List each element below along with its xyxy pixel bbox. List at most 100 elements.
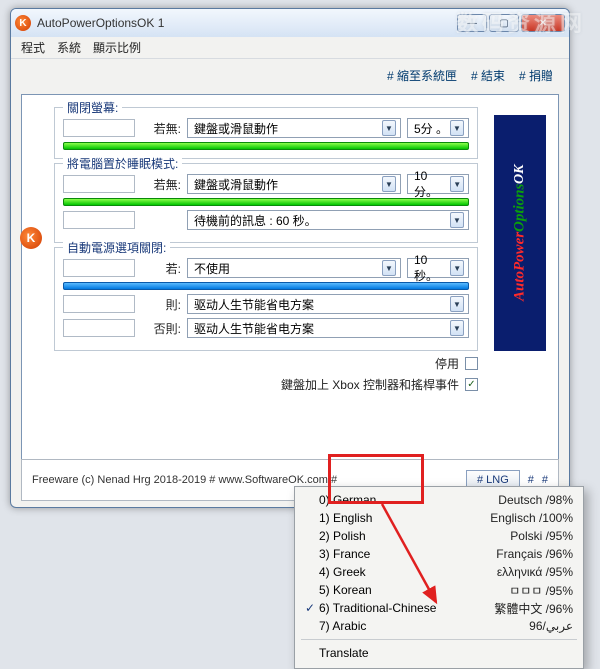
g3-progress (63, 282, 469, 290)
minimize-button[interactable]: — (457, 14, 487, 32)
g2-progress (63, 198, 469, 206)
lang-native: ελληνικά /95% (497, 565, 573, 579)
g2-time-value: 10分。 (414, 169, 450, 200)
language-item[interactable]: 7) Arabicعربي/96 (295, 617, 583, 635)
g3-if-label: 若: (141, 260, 181, 277)
g3-time-select[interactable]: 10秒。 ▼ (407, 258, 469, 278)
g3-leading-box-3[interactable] (63, 319, 135, 337)
lang-name: 0) German (319, 493, 498, 507)
maximize-button[interactable]: ▢ (489, 14, 519, 32)
lang-name: 7) Arabic (319, 619, 529, 633)
language-item[interactable]: 5) Koreanㅁㅁㅁ /95% (295, 581, 583, 599)
g3-then-label: 則: (141, 296, 181, 313)
lang-native: Français /96% (496, 547, 573, 561)
language-item[interactable]: ✓6) Traditional-Chinese繁體中文 /96% (295, 599, 583, 617)
lang-native: عربي/96 (529, 619, 573, 633)
footer-hash-1[interactable]: # (528, 474, 534, 486)
g2-time-select[interactable]: 10分。 ▼ (407, 174, 469, 194)
lang-native: 繁體中文 /96% (494, 600, 573, 617)
g3-then-value: 驱动人生节能省电方案 (194, 296, 314, 313)
group2-title: 將電腦置於睡眠模式: (63, 155, 182, 172)
brand-art: AutoPowerOptionsOK (494, 115, 546, 351)
g3-leading-box-2[interactable] (63, 295, 135, 313)
lang-native: Englisch /100% (490, 511, 573, 525)
g3-else-select[interactable]: 驱动人生节能省电方案 ▼ (187, 318, 469, 338)
disable-checkbox[interactable] (465, 357, 478, 370)
app-icon: K (15, 15, 31, 31)
xbox-checkbox[interactable]: ✓ (465, 378, 478, 391)
chevron-down-icon: ▼ (450, 176, 464, 192)
window-title: AutoPowerOptionsOK 1 (37, 16, 457, 30)
g2-condition-select[interactable]: 鍵盤或滑鼠動作 ▼ (187, 174, 401, 194)
lang-native: Polski /95% (510, 529, 573, 543)
g1-time-value: 5分 。 (414, 120, 448, 137)
footer-hash-2[interactable]: # (542, 474, 548, 486)
g1-if-none-label: 若無: (141, 120, 181, 137)
translate-item[interactable]: Translate (295, 644, 583, 662)
main-window: K AutoPowerOptionsOK 1 — ▢ ✕ 程式 系統 顯示比例 … (10, 8, 570, 508)
link-tray[interactable]: # 縮至系統匣 (387, 67, 457, 84)
group3-title: 自動電源選項關閉: (63, 239, 170, 256)
chevron-down-icon: ▼ (382, 176, 396, 192)
brand-word-2: Options (512, 184, 529, 232)
chevron-down-icon: ▼ (450, 296, 464, 312)
group-turn-off-screen: 關閉螢幕: 若無: 鍵盤或滑鼠動作 ▼ 5分 。 ▼ (54, 107, 478, 159)
lang-name: 2) Polish (319, 529, 510, 543)
content-panel: K AutoPowerOptionsOK 關閉螢幕: 若無: 鍵盤或滑鼠動作 ▼… (21, 94, 559, 472)
g3-leading-box[interactable] (63, 259, 135, 277)
brand-word-1: AutoPower (512, 232, 529, 301)
language-item[interactable]: 2) PolishPolski /95% (295, 527, 583, 545)
lang-name: 6) Traditional-Chinese (319, 601, 494, 615)
disable-label: 停用 (435, 355, 459, 372)
language-item[interactable]: 4) Greekελληνικά /95% (295, 563, 583, 581)
lang-name: 5) Korean (319, 583, 509, 597)
g2-if-none-label: 若無: (141, 176, 181, 193)
language-item[interactable]: 3) FranceFrançais /96% (295, 545, 583, 563)
g3-else-value: 驱动人生节能省电方案 (194, 320, 314, 337)
chevron-down-icon: ▼ (382, 120, 396, 136)
chevron-down-icon: ▼ (450, 212, 464, 228)
chevron-down-icon: ▼ (450, 260, 464, 276)
g1-condition-value: 鍵盤或滑鼠動作 (194, 120, 278, 137)
chevron-down-icon: ▼ (450, 120, 464, 136)
g1-leading-box[interactable] (63, 119, 135, 137)
g2-condition-value: 鍵盤或滑鼠動作 (194, 176, 278, 193)
menubar: 程式 系統 顯示比例 (11, 37, 569, 59)
lang-native: ㅁㅁㅁ /95% (509, 582, 573, 599)
link-donate[interactable]: # 捐贈 (519, 67, 553, 84)
lang-name: 1) English (319, 511, 490, 525)
language-item[interactable]: 1) EnglishEnglisch /100% (295, 509, 583, 527)
g1-progress (63, 142, 469, 150)
g1-condition-select[interactable]: 鍵盤或滑鼠動作 ▼ (187, 118, 401, 138)
xbox-label: 鍵盤加上 Xbox 控制器和搖桿事件 (281, 376, 459, 393)
g2-leading-box-2[interactable] (63, 211, 135, 229)
g3-if-select[interactable]: 不使用 ▼ (187, 258, 401, 278)
credit-text: Freeware (c) Nenad Hrg 2018-2019 # www.S… (32, 474, 458, 486)
titlebar: K AutoPowerOptionsOK 1 — ▢ ✕ (11, 9, 569, 37)
menu-display-ratio[interactable]: 顯示比例 (93, 39, 141, 56)
g2-leading-box[interactable] (63, 175, 135, 193)
group1-title: 關閉螢幕: (63, 99, 122, 116)
group-auto-power-options: 自動電源選項關閉: 若: 不使用 ▼ 10秒。 ▼ 則: 驱动人生节能省电方案 (54, 247, 478, 351)
menu-program[interactable]: 程式 (21, 39, 45, 56)
window-controls: — ▢ ✕ (457, 14, 565, 32)
language-item[interactable]: 0) GermanDeutsch /98% (295, 491, 583, 509)
g3-time-value: 10秒。 (414, 253, 450, 284)
g2-standby-value: 待機前的訊息 : 60 秒。 (194, 212, 317, 229)
language-menu: 0) GermanDeutsch /98%1) EnglishEnglisch … (294, 486, 584, 669)
g2-standby-select[interactable]: 待機前的訊息 : 60 秒。 ▼ (187, 210, 469, 230)
bottom-options: 停用 鍵盤加上 Xbox 控制器和搖桿事件 ✓ (30, 355, 478, 393)
g3-if-value: 不使用 (194, 260, 230, 277)
lang-name: 4) Greek (319, 565, 497, 579)
menu-separator (301, 639, 577, 640)
g3-then-select[interactable]: 驱动人生节能省电方案 ▼ (187, 294, 469, 314)
close-button[interactable]: ✕ (521, 14, 565, 32)
brand-word-3: OK (512, 165, 528, 184)
link-end[interactable]: # 結束 (471, 67, 505, 84)
g1-time-select[interactable]: 5分 。 ▼ (407, 118, 469, 138)
g3-else-label: 否則: (141, 320, 181, 337)
topbar: # 縮至系統匣 # 結束 # 捐贈 (11, 59, 569, 88)
group-sleep-mode: 將電腦置於睡眠模式: 若無: 鍵盤或滑鼠動作 ▼ 10分。 ▼ 待機前的訊息 :… (54, 163, 478, 243)
chevron-down-icon: ▼ (450, 320, 464, 336)
menu-system[interactable]: 系統 (57, 39, 81, 56)
